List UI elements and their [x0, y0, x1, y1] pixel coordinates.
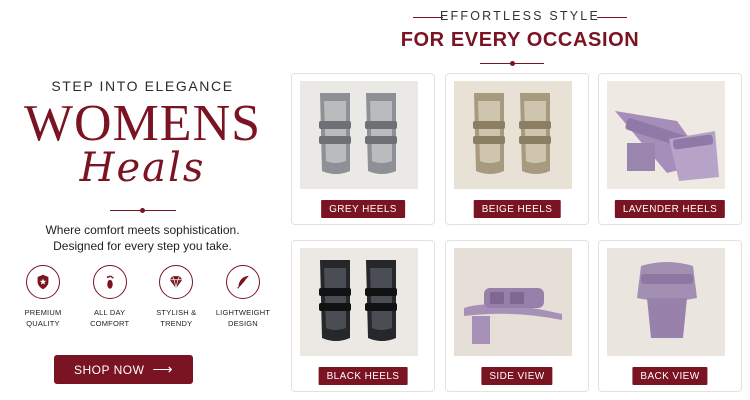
- product-label: LAVENDER HEELS: [614, 200, 726, 218]
- collection-title: FOR EVERY OCCASION: [400, 29, 640, 51]
- feature-list: PREMIUM QUALITY ALL DAY COMFORT STYLISH & T…: [12, 265, 274, 329]
- collection-divider: [480, 61, 544, 66]
- heading-rule-right: [597, 17, 627, 18]
- feature-label-line1: ALL DAY: [93, 308, 126, 317]
- product-image: [607, 81, 725, 189]
- feature-label-line2: COMFORT: [90, 319, 130, 328]
- diamond-icon: [159, 265, 194, 299]
- feature-label-line1: STYLISH &: [156, 308, 197, 317]
- product-label: SIDE VIEW: [481, 367, 553, 385]
- footprint-icon: [92, 265, 127, 299]
- hero-tagline-line2: Designed for every step you take.: [53, 239, 232, 253]
- hero-panel: STEP INTO ELEGANCE WOMENS Heals Where co…: [0, 0, 285, 400]
- feature-all-day-comfort: ALL DAY COMFORT: [79, 265, 141, 329]
- hero-tagline-line1: Where comfort meets sophistication.: [45, 223, 240, 237]
- product-card-beige[interactable]: BEIGE HEELS: [445, 73, 589, 225]
- feature-label-line2: TRENDY: [160, 319, 193, 328]
- star-badge-icon: [26, 265, 60, 299]
- hero-divider: [110, 208, 176, 213]
- product-card-back-view[interactable]: BACK VIEW: [598, 240, 742, 392]
- product-image: [454, 81, 572, 189]
- product-card-side-view[interactable]: SIDE VIEW: [445, 240, 589, 392]
- product-card-lavender[interactable]: LAVENDER HEELS: [598, 73, 742, 225]
- shop-now-button[interactable]: SHOP NOW ⟶: [54, 355, 193, 384]
- feature-label-line1: PREMIUM: [24, 308, 62, 317]
- shop-now-label: SHOP NOW: [73, 362, 145, 377]
- feature-label-line2: DESIGN: [227, 319, 258, 328]
- feature-lightweight-design: LIGHTWEIGHT DESIGN: [212, 265, 274, 329]
- arrow-right-icon: ⟶: [152, 361, 174, 377]
- hero-script-title: Heals: [79, 145, 206, 191]
- feature-label-line1: LIGHTWEIGHT: [215, 308, 271, 317]
- product-label: BACK VIEW: [632, 367, 708, 385]
- collection-eyebrow: EFFORTLESS STYLE: [439, 9, 600, 23]
- feature-label-line2: QUALITY: [26, 319, 60, 328]
- hero-title: WOMENS: [23, 95, 262, 152]
- product-image: [607, 248, 725, 356]
- product-card-black[interactable]: BLACK HEELS: [291, 240, 435, 392]
- feature-premium-quality: PREMIUM QUALITY: [12, 265, 74, 329]
- product-image: [300, 248, 418, 356]
- product-image: [454, 248, 572, 356]
- product-label: BLACK HEELS: [318, 367, 408, 385]
- feature-stylish-trendy: STYLISH & TRENDY: [145, 265, 207, 329]
- product-card-grey[interactable]: GREY HEELS: [291, 73, 435, 225]
- product-label: BEIGE HEELS: [473, 200, 561, 218]
- product-label: GREY HEELS: [321, 200, 405, 218]
- feather-icon: [225, 265, 260, 299]
- hero-eyebrow: STEP INTO ELEGANCE: [51, 78, 234, 94]
- product-image: [300, 81, 418, 189]
